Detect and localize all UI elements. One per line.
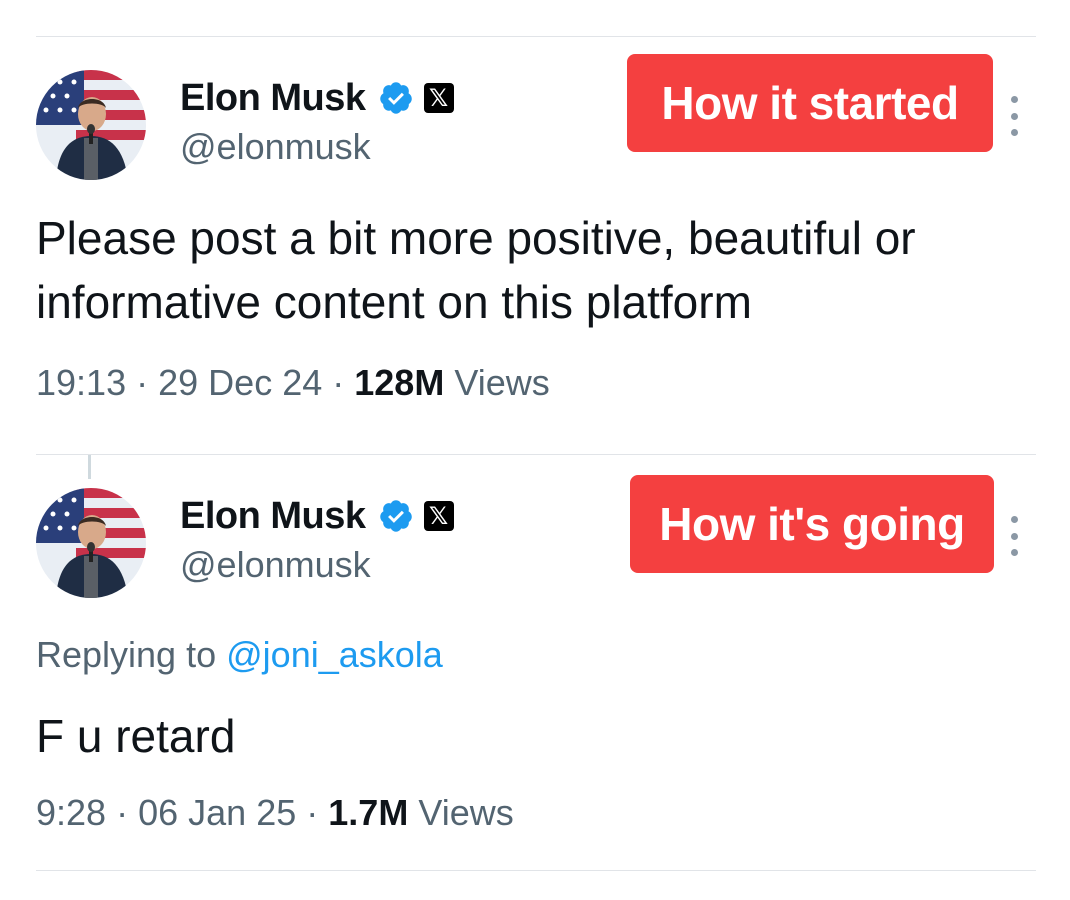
dot — [1010, 549, 1018, 556]
tweet-date[interactable]: 06 Jan 25 — [138, 792, 296, 833]
tweet-date[interactable]: 29 Dec 24 — [158, 362, 322, 403]
more-options-icon[interactable] — [1006, 516, 1022, 556]
dot — [1010, 129, 1018, 136]
dot — [1010, 532, 1018, 540]
avatar[interactable] — [36, 488, 146, 598]
author-name[interactable]: Elon Musk — [180, 77, 366, 120]
author-handle[interactable]: @elonmusk — [180, 126, 371, 168]
meta-separator: · — [332, 362, 345, 403]
tweet-meta: 19:13 · 29 Dec 24 · 128M Views — [36, 362, 550, 404]
dot — [1010, 96, 1018, 103]
views-label: Views — [454, 362, 550, 403]
x-logo-icon: 𝕏 — [423, 83, 454, 113]
verified-badge-icon — [379, 82, 412, 114]
views-count: 128M — [354, 362, 445, 403]
author-name[interactable]: Elon Musk — [180, 495, 366, 538]
views-label: Views — [418, 792, 514, 833]
label-how-its-going: How it's going — [630, 475, 994, 573]
avatar-photo — [36, 70, 146, 180]
top-divider — [36, 36, 1036, 37]
tweet-time[interactable]: 19:13 — [36, 362, 126, 403]
replying-to: Replying to @joni_askola — [36, 634, 443, 676]
avatar-photo — [36, 488, 146, 598]
avatar[interactable] — [36, 70, 146, 180]
dot — [1010, 112, 1018, 120]
author-row: Elon Musk 𝕏 — [180, 74, 454, 122]
meta-separator: · — [136, 362, 149, 403]
dot — [1010, 516, 1018, 523]
thread-connector — [88, 455, 91, 479]
replying-prefix: Replying to — [36, 634, 217, 675]
author-handle[interactable]: @elonmusk — [180, 544, 371, 586]
middle-divider — [36, 454, 1036, 455]
tweet-meta: 9:28 · 06 Jan 25 · 1.7M Views — [36, 792, 514, 834]
author-row: Elon Musk 𝕏 — [180, 492, 454, 540]
meta-separator: · — [306, 792, 319, 833]
tweet-text: Please post a bit more positive, beautif… — [36, 212, 916, 328]
verified-badge-icon — [379, 500, 412, 532]
x-logo-icon: 𝕏 — [423, 501, 454, 531]
tweet-text: F u retard — [36, 710, 236, 762]
tweet-time[interactable]: 9:28 — [36, 792, 106, 833]
meta-separator: · — [116, 792, 129, 833]
bottom-divider — [36, 870, 1036, 871]
views-count: 1.7M — [328, 792, 409, 833]
label-how-it-started: How it started — [627, 54, 993, 152]
more-options-icon[interactable] — [1006, 96, 1022, 136]
replying-handle-link[interactable]: @joni_askola — [226, 634, 443, 675]
